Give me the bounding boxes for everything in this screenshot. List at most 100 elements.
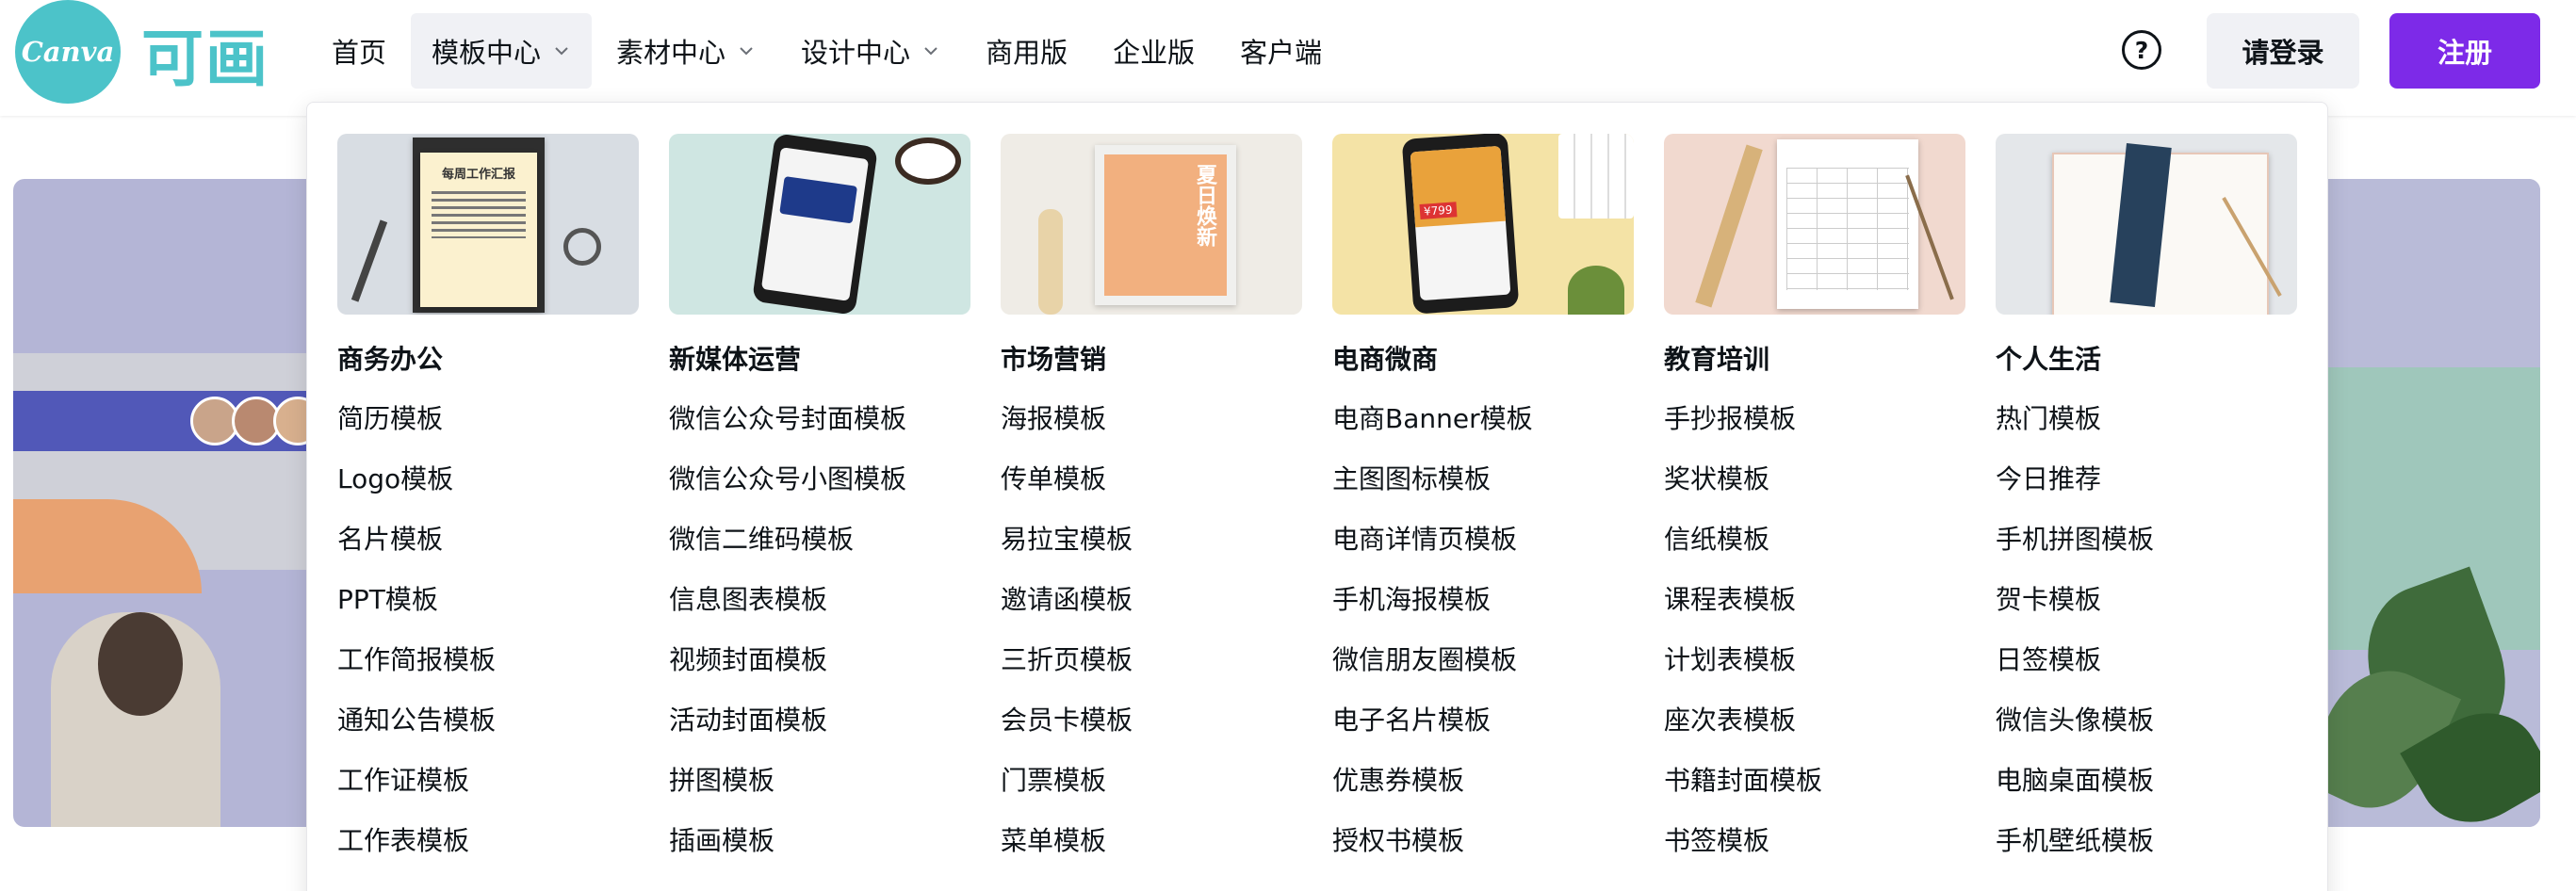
menu-item[interactable]: 邀请函模板 bbox=[1001, 581, 1302, 641]
menu-item[interactable]: 工作简报模板 bbox=[337, 641, 639, 702]
menu-item[interactable]: 手抄报模板 bbox=[1664, 400, 1965, 461]
menu-column-ecommerce: ¥799 电商微商 电商Banner模板 主图图标模板 电商详情页模板 手机海报… bbox=[1332, 134, 1634, 883]
menu-item[interactable]: 拼图模板 bbox=[669, 762, 970, 822]
category-thumbnail[interactable]: 夏日焕新 bbox=[1001, 134, 1302, 315]
poster-text: 夏日焕新 bbox=[1193, 164, 1216, 247]
menu-item[interactable]: 三折页模板 bbox=[1001, 641, 1302, 702]
menu-item[interactable]: 今日推荐 bbox=[1996, 461, 2297, 521]
menu-item[interactable]: 优惠券模板 bbox=[1332, 762, 1634, 822]
logo-text: Canva bbox=[21, 36, 115, 68]
menu-item[interactable]: 奖状模板 bbox=[1664, 461, 1965, 521]
menu-item[interactable]: 手机海报模板 bbox=[1332, 581, 1634, 641]
nav-label: 客户端 bbox=[1240, 37, 1323, 69]
menu-item[interactable]: 手机拼图模板 bbox=[1996, 521, 2297, 581]
menu-item[interactable]: 通知公告模板 bbox=[337, 702, 639, 762]
category-list: 微信公众号封面模板 微信公众号小图模板 微信二维码模板 信息图表模板 视频封面模… bbox=[669, 400, 970, 883]
menu-item[interactable]: 计划表模板 bbox=[1664, 641, 1965, 702]
price-tag: ¥799 bbox=[1419, 202, 1458, 219]
menu-column-education: 教育培训 手抄报模板 奖状模板 信纸模板 课程表模板 计划表模板 座次表模板 书… bbox=[1664, 134, 1965, 883]
menu-item[interactable]: 传单模板 bbox=[1001, 461, 1302, 521]
category-thumbnail[interactable]: ¥799 bbox=[1332, 134, 1634, 315]
menu-item[interactable]: 热门模板 bbox=[1996, 400, 2297, 461]
login-button[interactable]: 请登录 bbox=[2207, 13, 2359, 89]
menu-item[interactable]: 手机壁纸模板 bbox=[1996, 822, 2297, 883]
menu-item[interactable]: 电子名片模板 bbox=[1332, 702, 1634, 762]
menu-item[interactable]: 微信朋友圈模板 bbox=[1332, 641, 1634, 702]
vase-shape bbox=[1038, 209, 1063, 315]
menu-item[interactable]: 微信头像模板 bbox=[1996, 702, 2297, 762]
menu-item[interactable]: 视频封面模板 bbox=[669, 641, 970, 702]
category-title[interactable]: 市场营销 bbox=[1001, 341, 1302, 379]
category-thumbnail[interactable] bbox=[1996, 134, 2297, 315]
nav-label: 设计中心 bbox=[801, 37, 911, 69]
category-thumbnail[interactable] bbox=[1664, 134, 1965, 315]
nav-label: 模板中心 bbox=[432, 37, 542, 69]
category-title[interactable]: 新媒体运营 bbox=[669, 341, 970, 379]
category-list: 简历模板 Logo模板 名片模板 PPT模板 工作简报模板 通知公告模板 工作证… bbox=[337, 400, 639, 883]
menu-item[interactable]: 易拉宝模板 bbox=[1001, 521, 1302, 581]
menu-item[interactable]: 授权书模板 bbox=[1332, 822, 1634, 883]
coffee-cup-icon bbox=[895, 138, 961, 185]
nav-templates[interactable]: 模板中心 bbox=[411, 13, 593, 89]
menu-item[interactable]: PPT模板 bbox=[337, 581, 639, 641]
register-button[interactable]: 注册 bbox=[2389, 13, 2540, 89]
ruler-shape bbox=[1695, 144, 1763, 308]
menu-item[interactable]: 名片模板 bbox=[337, 521, 639, 581]
screen-banner: ¥799 bbox=[1410, 145, 1506, 228]
main-nav: 首页 模板中心 素材中心 设计中心 商用版 企业版 客户端 bbox=[311, 13, 1346, 89]
menu-item[interactable]: 电脑桌面模板 bbox=[1996, 762, 2297, 822]
nav-commercial[interactable]: 商用版 bbox=[965, 13, 1088, 89]
category-title[interactable]: 电商微商 bbox=[1332, 341, 1634, 379]
category-thumbnail[interactable]: 每周工作汇报 bbox=[337, 134, 639, 315]
menu-item[interactable]: 微信公众号小图模板 bbox=[669, 461, 970, 521]
nav-design-center[interactable]: 设计中心 bbox=[780, 13, 961, 89]
menu-column-new-media: 新媒体运营 微信公众号封面模板 微信公众号小图模板 微信二维码模板 信息图表模板… bbox=[669, 134, 970, 883]
nav-label: 素材中心 bbox=[616, 37, 726, 69]
category-thumbnail[interactable] bbox=[669, 134, 970, 315]
menu-item[interactable]: 课程表模板 bbox=[1664, 581, 1965, 641]
nav-enterprise[interactable]: 企业版 bbox=[1092, 13, 1215, 89]
nav-home[interactable]: 首页 bbox=[311, 13, 407, 89]
screen-banner bbox=[779, 176, 858, 224]
menu-item[interactable]: 简历模板 bbox=[337, 400, 639, 461]
menu-item[interactable]: 插画模板 bbox=[669, 822, 970, 883]
frame-shape: 夏日焕新 bbox=[1095, 145, 1236, 305]
nav-client[interactable]: 客户端 bbox=[1219, 13, 1343, 89]
thumbnail-doc-title: 每周工作汇报 bbox=[441, 168, 515, 182]
menu-item[interactable]: 微信二维码模板 bbox=[669, 521, 970, 581]
menu-item[interactable]: 微信公众号封面模板 bbox=[669, 400, 970, 461]
menu-item[interactable]: 海报模板 bbox=[1001, 400, 1302, 461]
phone-shape bbox=[752, 134, 878, 315]
category-title[interactable]: 商务办公 bbox=[337, 341, 639, 379]
category-title[interactable]: 教育培训 bbox=[1664, 341, 1965, 379]
nav-assets[interactable]: 素材中心 bbox=[595, 13, 776, 89]
menu-item[interactable]: 信息图表模板 bbox=[669, 581, 970, 641]
question-circle-icon[interactable]: ? bbox=[2122, 30, 2161, 70]
menu-item[interactable]: 信纸模板 bbox=[1664, 521, 1965, 581]
phone-screen bbox=[760, 147, 870, 301]
category-title[interactable]: 个人生活 bbox=[1996, 341, 2297, 379]
chevron-down-icon bbox=[921, 41, 940, 60]
menu-item[interactable]: Logo模板 bbox=[337, 461, 639, 521]
menu-item[interactable]: 书籍封面模板 bbox=[1664, 762, 1965, 822]
menu-item[interactable]: 活动封面模板 bbox=[669, 702, 970, 762]
menu-item[interactable]: 日签模板 bbox=[1996, 641, 2297, 702]
logo-chinese[interactable]: 可画 bbox=[141, 11, 269, 96]
canva-logo[interactable]: Canva bbox=[15, 0, 121, 104]
menu-item[interactable]: 门票模板 bbox=[1001, 762, 1302, 822]
top-header: Canva 可画 首页 模板中心 素材中心 设计中心 商用版 企业版 客户端 ?… bbox=[0, 0, 2576, 116]
menu-item[interactable]: 工作证模板 bbox=[337, 762, 639, 822]
menu-item[interactable]: 贺卡模板 bbox=[1996, 581, 2297, 641]
menu-item[interactable]: 主图图标模板 bbox=[1332, 461, 1634, 521]
menu-item[interactable]: 书签模板 bbox=[1664, 822, 1965, 883]
nav-label: 首页 bbox=[332, 37, 387, 69]
menu-item[interactable]: 电商Banner模板 bbox=[1332, 400, 1634, 461]
menu-item[interactable]: 工作表模板 bbox=[337, 822, 639, 883]
menu-item[interactable]: 座次表模板 bbox=[1664, 702, 1965, 762]
menu-item[interactable]: 会员卡模板 bbox=[1001, 702, 1302, 762]
templates-dropdown-menu: 每周工作汇报 商务办公 简历模板 Logo模板 名片模板 PPT模板 工作简报模… bbox=[306, 102, 2328, 891]
schedule-grid bbox=[1786, 168, 1909, 290]
category-list: 电商Banner模板 主图图标模板 电商详情页模板 手机海报模板 微信朋友圈模板… bbox=[1332, 400, 1634, 883]
menu-item[interactable]: 菜单模板 bbox=[1001, 822, 1302, 883]
menu-item[interactable]: 电商详情页模板 bbox=[1332, 521, 1634, 581]
